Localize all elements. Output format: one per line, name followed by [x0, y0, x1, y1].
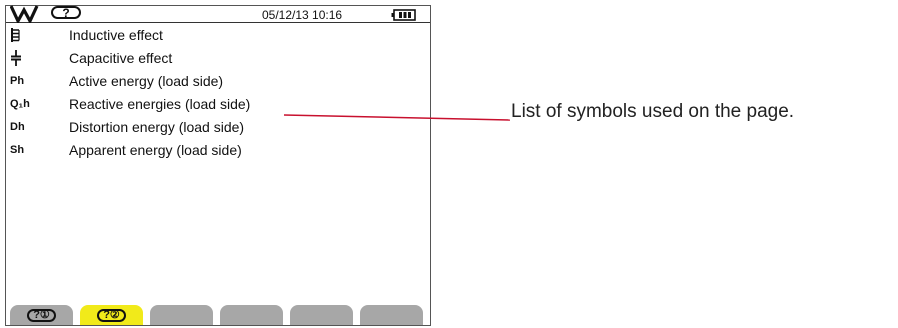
callout-leader-line — [283, 114, 511, 121]
callout-caption: List of symbols used on the page. — [511, 101, 795, 122]
